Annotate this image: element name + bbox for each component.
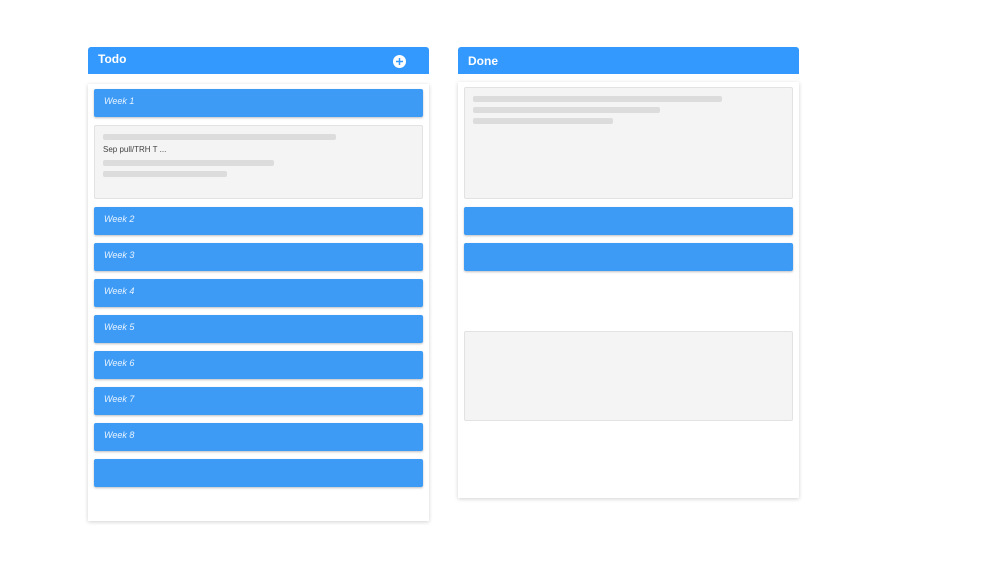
placeholder-line bbox=[103, 134, 337, 140]
placeholder-line bbox=[473, 96, 722, 102]
done-column-header: Done bbox=[458, 47, 799, 74]
done-card-expanded[interactable] bbox=[464, 87, 793, 199]
plus-circle-icon bbox=[396, 58, 403, 65]
placeholder-line bbox=[473, 118, 613, 124]
todo-card[interactable]: Week 8 bbox=[94, 423, 423, 451]
todo-card[interactable]: Week 4 bbox=[94, 279, 423, 307]
todo-card[interactable] bbox=[94, 459, 423, 487]
placeholder-line bbox=[103, 171, 228, 177]
todo-card-detail-text: Sep pull/TRH T ... bbox=[103, 145, 167, 154]
placeholder-line bbox=[103, 160, 275, 166]
placeholder-line bbox=[473, 107, 660, 113]
todo-column-body: Week 1 Sep pull/TRH T ... Week 2 Week 3 … bbox=[88, 84, 429, 521]
todo-column-title: Todo bbox=[98, 52, 127, 66]
done-column-title: Done bbox=[468, 53, 498, 68]
done-column-body bbox=[458, 82, 799, 498]
done-card[interactable] bbox=[464, 243, 793, 271]
todo-column-header: Todo bbox=[88, 47, 429, 74]
todo-card-expanded[interactable]: Sep pull/TRH T ... bbox=[94, 125, 423, 199]
todo-card[interactable]: Week 5 bbox=[94, 315, 423, 343]
todo-card[interactable]: Week 3 bbox=[94, 243, 423, 271]
todo-card[interactable]: Week 1 bbox=[94, 89, 423, 117]
add-card-button[interactable] bbox=[393, 55, 406, 68]
todo-card[interactable]: Week 2 bbox=[94, 207, 423, 235]
todo-column: Todo Week 1 Sep pull/TRH T ... Week 2 We… bbox=[88, 47, 429, 521]
todo-card[interactable]: Week 7 bbox=[94, 387, 423, 415]
done-card-expanded[interactable] bbox=[464, 331, 793, 421]
done-column: Done bbox=[458, 47, 799, 498]
todo-card[interactable]: Week 6 bbox=[94, 351, 423, 379]
done-card[interactable] bbox=[464, 207, 793, 235]
